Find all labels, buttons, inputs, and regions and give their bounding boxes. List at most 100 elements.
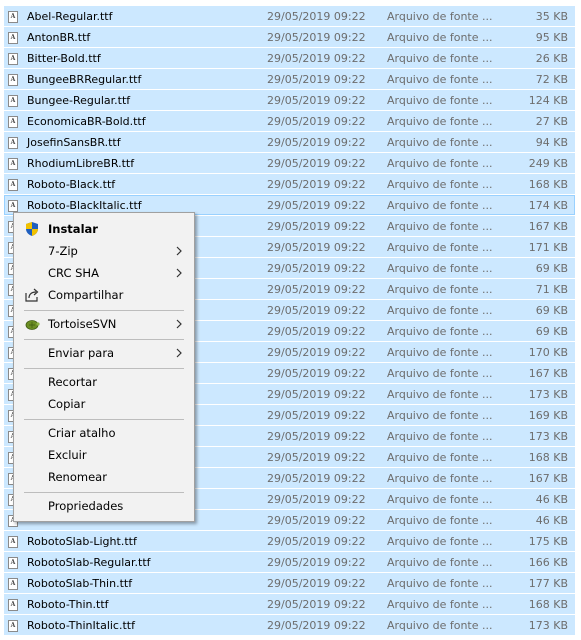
file-date: 29/05/2019 09:22 — [267, 10, 366, 23]
file-size: 167 KB — [528, 472, 568, 485]
menu-item-share[interactable]: Compartilhar — [16, 284, 192, 306]
file-date: 29/05/2019 09:22 — [267, 52, 366, 65]
file-size: 168 KB — [528, 451, 568, 464]
file-row[interactable]: A Roboto-Black.ttf 29/05/2019 09:22 Arquivo… — [4, 174, 575, 194]
file-type: Arquivo de fonte ... — [387, 178, 493, 191]
file-row[interactable]: A Bitter-Bold.ttf 29/05/2019 09:22 Arquivo … — [4, 48, 575, 68]
file-name: EconomicaBR-Bold.ttf — [27, 115, 146, 128]
file-date: 29/05/2019 09:22 — [267, 73, 366, 86]
font-file-icon: A — [8, 116, 18, 128]
file-type: Arquivo de fonte ... — [387, 262, 493, 275]
rename-label: Renomear — [48, 470, 107, 484]
file-name: RhodiumLibreBR.ttf — [27, 157, 135, 170]
share-icon — [25, 288, 39, 302]
file-row[interactable]: A EconomicaBR-Bold.ttf 29/05/2019 09:22 Arq… — [4, 111, 575, 131]
menu-separator — [24, 310, 184, 311]
chevron-right-icon — [176, 319, 182, 329]
file-name: JosefinSansBR.ttf — [27, 136, 121, 149]
file-type: Arquivo de fonte ... — [387, 199, 493, 212]
file-size: 249 KB — [528, 157, 568, 170]
file-size: 166 KB — [528, 556, 568, 569]
file-row[interactable]: A BungeeBRRegular.ttf 29/05/2019 09:22 Arqu… — [4, 69, 575, 89]
file-date: 29/05/2019 09:22 — [267, 514, 366, 527]
file-name: AntonBR.ttf — [27, 31, 91, 44]
menu-item-install[interactable]: Instalar — [16, 218, 192, 240]
font-file-icon: A — [8, 599, 18, 611]
file-size: 69 KB — [535, 262, 568, 275]
file-date: 29/05/2019 09:22 — [267, 199, 366, 212]
crc-sha-label: CRC SHA — [48, 266, 99, 280]
file-type: Arquivo de fonte ... — [387, 31, 493, 44]
font-file-icon: A — [8, 536, 18, 548]
file-size: 169 KB — [528, 409, 568, 422]
file-type: Arquivo de fonte ... — [387, 577, 493, 590]
chevron-right-icon — [176, 268, 182, 278]
font-file-icon: A — [8, 11, 18, 23]
menu-item-properties[interactable]: Propriedades — [16, 495, 192, 517]
file-type: Arquivo de fonte ... — [387, 451, 493, 464]
menu-item-tortoisesvn[interactable]: TortoiseSVN — [16, 313, 192, 335]
cut-label: Recortar — [48, 375, 97, 389]
file-type: Arquivo de fonte ... — [387, 157, 493, 170]
file-date: 29/05/2019 09:22 — [267, 409, 366, 422]
file-size: 167 KB — [528, 367, 568, 380]
file-row[interactable]: A RobotoSlab-Regular.ttf 29/05/2019 09:22 A… — [4, 552, 575, 572]
file-size: 72 KB — [535, 73, 568, 86]
file-date: 29/05/2019 09:22 — [267, 598, 366, 611]
file-date: 29/05/2019 09:22 — [267, 430, 366, 443]
file-row[interactable]: A Bungee-Regular.ttf 29/05/2019 09:22 Arqui… — [4, 90, 575, 110]
file-type: Arquivo de fonte ... — [387, 136, 493, 149]
menu-item-send-to[interactable]: Enviar para — [16, 342, 192, 364]
menu-item-cut[interactable]: Recortar — [16, 371, 192, 393]
file-row[interactable]: A RhodiumLibreBR.ttf 29/05/2019 09:22 Arqui… — [4, 153, 575, 173]
file-row[interactable]: A Roboto-Thin.ttf 29/05/2019 09:22 Arquivo … — [4, 594, 575, 614]
menu-separator — [24, 339, 184, 340]
file-name: RobotoSlab-Thin.ttf — [27, 577, 133, 590]
file-name: RobotoSlab-Light.ttf — [27, 535, 137, 548]
menu-item-rename[interactable]: Renomear — [16, 466, 192, 488]
file-size: 71 KB — [535, 283, 568, 296]
chevron-right-icon — [176, 246, 182, 256]
file-type: Arquivo de fonte ... — [387, 493, 493, 506]
file-row[interactable]: A RobotoSlab-Thin.ttf 29/05/2019 09:22 Arqu… — [4, 573, 575, 593]
file-size: 173 KB — [528, 619, 568, 632]
file-size: 35 KB — [535, 10, 568, 23]
file-date: 29/05/2019 09:22 — [267, 220, 366, 233]
font-file-icon: A — [8, 137, 18, 149]
file-date: 29/05/2019 09:22 — [267, 325, 366, 338]
file-row[interactable]: A Abel-Regular.ttf 29/05/2019 09:22 Arquivo… — [4, 6, 575, 26]
file-size: 171 KB — [528, 241, 568, 254]
menu-item-delete[interactable]: Excluir — [16, 444, 192, 466]
file-size: 173 KB — [528, 388, 568, 401]
file-date: 29/05/2019 09:22 — [267, 451, 366, 464]
menu-item-copy[interactable]: Copiar — [16, 393, 192, 415]
file-date: 29/05/2019 09:22 — [267, 346, 366, 359]
file-type: Arquivo de fonte ... — [387, 10, 493, 23]
send-to-label: Enviar para — [48, 346, 115, 360]
file-type: Arquivo de fonte ... — [387, 241, 493, 254]
file-size: 167 KB — [528, 220, 568, 233]
file-row[interactable]: A Roboto-ThinItalic.ttf 29/05/2019 09:22 Ar… — [4, 615, 575, 635]
file-date: 29/05/2019 09:22 — [267, 367, 366, 380]
file-type: Arquivo de fonte ... — [387, 325, 493, 338]
file-size: 46 KB — [535, 514, 568, 527]
file-size: 124 KB — [528, 94, 568, 107]
menu-item-crc-sha[interactable]: CRC SHA — [16, 262, 192, 284]
file-size: 177 KB — [528, 577, 568, 590]
file-type: Arquivo de fonte ... — [387, 220, 493, 233]
file-row[interactable]: A AntonBR.ttf 29/05/2019 09:22 Arquivo de f… — [4, 27, 575, 47]
file-date: 29/05/2019 09:22 — [267, 556, 366, 569]
file-row[interactable]: A RobotoSlab-Light.ttf 29/05/2019 09:22 Arq… — [4, 531, 575, 551]
menu-item-create-shortcut[interactable]: Criar atalho — [16, 422, 192, 444]
file-size: 174 KB — [528, 199, 568, 212]
file-type: Arquivo de fonte ... — [387, 52, 493, 65]
file-row[interactable]: A JosefinSansBR.ttf 29/05/2019 09:22 Arquiv… — [4, 132, 575, 152]
file-type: Arquivo de fonte ... — [387, 430, 493, 443]
file-type: Arquivo de fonte ... — [387, 115, 493, 128]
file-type: Arquivo de fonte ... — [387, 346, 493, 359]
file-size: 170 KB — [528, 346, 568, 359]
file-type: Arquivo de fonte ... — [387, 556, 493, 569]
menu-separator — [24, 492, 184, 493]
font-file-icon: A — [8, 179, 18, 191]
menu-item-7zip[interactable]: 7-Zip — [16, 240, 192, 262]
